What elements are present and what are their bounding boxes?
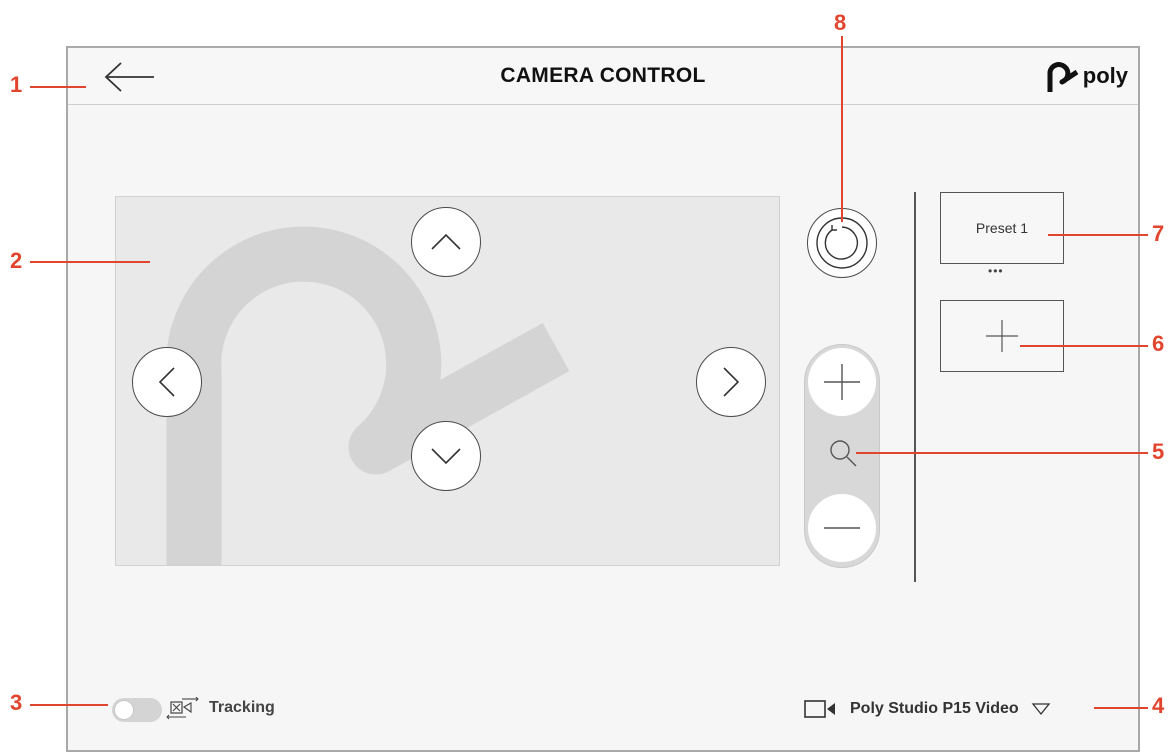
callout-line-6 bbox=[1020, 345, 1148, 347]
chevron-down-icon bbox=[431, 448, 461, 465]
camera-viewport[interactable] bbox=[115, 196, 780, 566]
video-camera-icon bbox=[804, 700, 835, 718]
callout-line-1 bbox=[30, 86, 86, 88]
tracking-label: Tracking bbox=[209, 699, 275, 716]
chevron-left-icon bbox=[158, 367, 175, 397]
top-bar: CAMERA CONTROL poly bbox=[68, 48, 1138, 105]
add-preset-button[interactable] bbox=[940, 300, 1064, 372]
chevron-up-icon bbox=[431, 233, 461, 250]
callout-3: 3 bbox=[10, 690, 23, 715]
poly-logo-icon bbox=[1047, 62, 1079, 92]
zoom-out-button[interactable] bbox=[808, 494, 876, 562]
callout-line-2 bbox=[30, 261, 150, 263]
camera-control-screen: CAMERA CONTROL poly Preset 1 ••• Trackin… bbox=[66, 46, 1140, 752]
logo-text: poly bbox=[1082, 63, 1128, 88]
triangle-down-icon[interactable] bbox=[1031, 702, 1051, 716]
camera-selector[interactable]: Poly Studio P15 Video bbox=[804, 697, 1051, 721]
preset-more-icon[interactable]: ••• bbox=[988, 265, 1004, 277]
pan-up-button[interactable] bbox=[411, 207, 481, 277]
plus-icon bbox=[824, 364, 860, 400]
minus-icon bbox=[824, 527, 860, 529]
pan-down-button[interactable] bbox=[411, 421, 481, 491]
camera-name: Poly Studio P15 Video bbox=[850, 700, 1019, 717]
callout-1: 1 bbox=[10, 72, 23, 97]
preset-1-button[interactable]: Preset 1 bbox=[940, 192, 1064, 264]
poly-logo: poly bbox=[1043, 56, 1128, 96]
tracking-toggle[interactable] bbox=[112, 698, 162, 722]
callout-8: 8 bbox=[834, 10, 847, 35]
page-title: CAMERA CONTROL bbox=[500, 64, 706, 87]
tracking-icon bbox=[166, 697, 199, 720]
zoom-control bbox=[804, 344, 880, 568]
pan-right-button[interactable] bbox=[696, 347, 766, 417]
callout-2: 2 bbox=[10, 248, 23, 273]
zoom-in-button[interactable] bbox=[808, 348, 876, 416]
panel-divider bbox=[914, 192, 916, 582]
callout-5: 5 bbox=[1152, 439, 1165, 464]
pan-left-button[interactable] bbox=[132, 347, 202, 417]
plus-icon bbox=[986, 320, 1018, 352]
callout-line-7 bbox=[1048, 234, 1148, 236]
rotate-ccw-icon bbox=[816, 217, 868, 269]
callout-line-8 bbox=[841, 36, 843, 222]
callout-6: 6 bbox=[1152, 331, 1165, 356]
callout-line-3 bbox=[30, 704, 108, 706]
chevron-right-icon bbox=[723, 367, 740, 397]
callout-7: 7 bbox=[1152, 221, 1165, 246]
bottom-bar: Tracking Poly Studio P15 Video bbox=[68, 688, 1138, 728]
callout-4: 4 bbox=[1152, 693, 1165, 718]
callout-line-4 bbox=[1094, 707, 1148, 709]
magnifier-icon bbox=[830, 440, 857, 467]
toggle-knob bbox=[114, 700, 134, 720]
callout-line-5 bbox=[856, 452, 1148, 454]
